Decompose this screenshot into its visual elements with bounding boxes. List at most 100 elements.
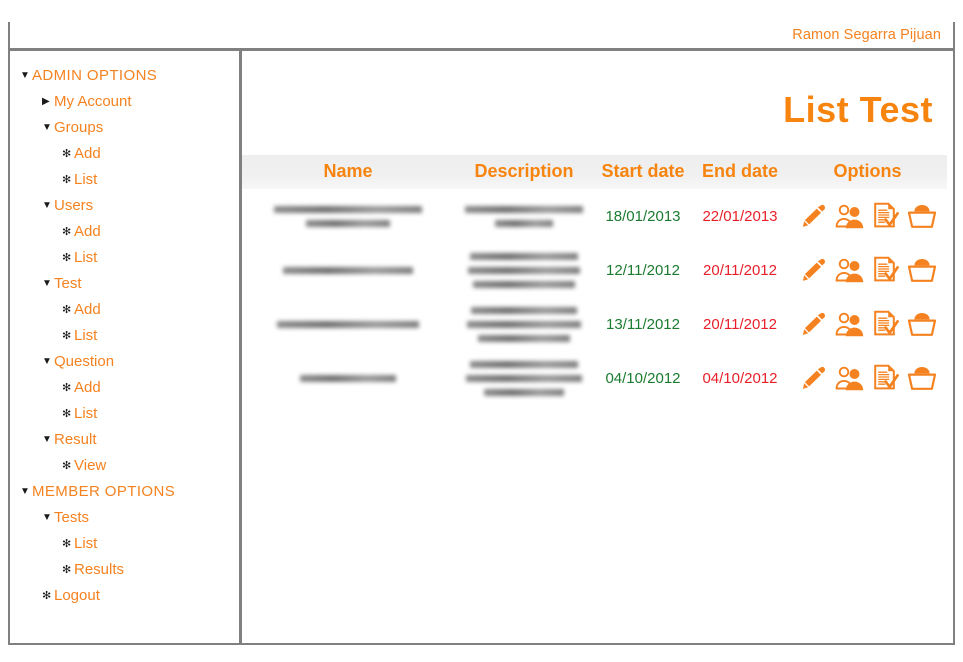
sidebar-item-label: My Account <box>54 93 132 110</box>
cell-name <box>242 351 454 405</box>
sidebar-item-add[interactable]: ✻ Add <box>10 297 239 323</box>
test-list-table: Name Description Start date End date Opt… <box>242 155 947 405</box>
assign-users-button[interactable] <box>833 307 867 341</box>
assign-users-button[interactable] <box>833 361 867 395</box>
sidebar-item-add[interactable]: ✻ Add <box>10 141 239 167</box>
bullet-dot-icon: ✻ <box>62 382 72 394</box>
sidebar-item-label: Results <box>74 561 125 578</box>
edit-pencil-button[interactable] <box>797 361 831 395</box>
sidebar-item-list[interactable]: ✻ List <box>10 245 239 271</box>
edit-pencil-icon <box>802 367 825 390</box>
assign-users-button[interactable] <box>833 253 867 287</box>
sidebar-item-label: Groups <box>54 119 104 136</box>
caret-down-icon: ▼ <box>42 356 52 367</box>
sidebar-item-groups[interactable]: ▼ Groups <box>10 115 239 141</box>
sidebar-item-label: Add <box>74 301 101 318</box>
assign-users-icon <box>835 312 863 337</box>
view-results-button[interactable] <box>869 199 903 233</box>
edit-pencil-button[interactable] <box>797 307 831 341</box>
table-row: 04/10/2012 04/10/2012 <box>242 351 947 405</box>
sidebar-item-users[interactable]: ▼ Users <box>10 193 239 219</box>
cell-name <box>242 297 454 351</box>
assign-users-icon <box>835 366 863 391</box>
view-results-button[interactable] <box>869 361 903 395</box>
assign-users-icon <box>835 258 863 283</box>
edit-pencil-button[interactable] <box>797 199 831 233</box>
cell-start-date: 12/11/2012 <box>606 261 680 279</box>
edit-pencil-button[interactable] <box>797 253 831 287</box>
view-results-button[interactable] <box>869 307 903 341</box>
redacted-name-text <box>242 205 454 227</box>
sidebar-item-list[interactable]: ✻ List <box>10 531 239 557</box>
sidebar-item-my-account[interactable]: ▶ My Account <box>10 89 239 115</box>
cell-description <box>454 189 594 243</box>
column-header-description[interactable]: Description <box>454 155 594 190</box>
sidebar-item-label: List <box>74 327 98 344</box>
sidebar-item-list[interactable]: ✻ List <box>10 401 239 427</box>
sidebar-item-results[interactable]: ✻ Results <box>10 557 239 583</box>
delete-basket-button[interactable] <box>905 253 939 287</box>
sidebar-item-list[interactable]: ✻ List <box>10 167 239 193</box>
column-header-end-date[interactable]: End date <box>692 155 788 190</box>
cell-start-date: 18/01/2013 <box>605 207 681 225</box>
table-body: 18/01/2013 22/01/2013 12/11/2012 20/11/201… <box>242 189 947 405</box>
sidebar-item-label: List <box>74 249 98 266</box>
table-row: 13/11/2012 20/11/2012 <box>242 297 947 351</box>
caret-down-icon: ▼ <box>20 486 31 497</box>
sidebar-item-label: Question <box>54 353 115 370</box>
sidebar-item-member-options[interactable]: ▼ MEMBER OPTIONS <box>10 479 239 505</box>
cell-options <box>788 243 947 297</box>
sidebar-item-tests[interactable]: ▼ Tests <box>10 505 239 531</box>
sidebar-item-question[interactable]: ▼ Question <box>10 349 239 375</box>
sidebar-item-add[interactable]: ✻ Add <box>10 219 239 245</box>
delete-basket-button[interactable] <box>905 361 939 395</box>
redacted-description-text <box>454 360 594 396</box>
main-panel: List Test Name Description Start date En… <box>242 51 953 643</box>
sidebar-item-logout[interactable]: ✻ Logout <box>10 583 239 609</box>
bullet-dot-icon: ✻ <box>62 174 72 186</box>
cell-end-date: 20/11/2012 <box>703 261 777 279</box>
delete-basket-icon <box>907 205 936 229</box>
sidebar-item-label: Add <box>74 379 101 396</box>
delete-basket-button[interactable] <box>905 199 939 233</box>
sidebar-item-list[interactable]: ✻ List <box>10 323 239 349</box>
caret-down-icon: ▼ <box>42 512 52 523</box>
sidebar-item-label: MEMBER OPTIONS <box>32 483 176 500</box>
sidebar-item-admin-options[interactable]: ▼ ADMIN OPTIONS <box>10 63 239 89</box>
sidebar-item-add[interactable]: ✻ Add <box>10 375 239 401</box>
redacted-name-text <box>242 266 454 274</box>
bullet-dot-icon: ✻ <box>62 564 72 576</box>
cell-name <box>242 189 454 243</box>
row-options-group <box>788 199 947 233</box>
sidebar-item-view[interactable]: ✻ View <box>10 453 239 479</box>
view-results-button[interactable] <box>869 253 903 287</box>
caret-down-icon: ▼ <box>42 200 52 211</box>
cell-options <box>788 351 947 405</box>
sidebar-item-result[interactable]: ▼ Result <box>10 427 239 453</box>
delete-basket-button[interactable] <box>905 307 939 341</box>
bullet-dot-icon: ✻ <box>62 408 72 420</box>
cell-end-date: 22/01/2013 <box>702 207 778 225</box>
sidebar-item-label: Add <box>74 223 101 240</box>
delete-basket-icon <box>907 259 936 283</box>
edit-pencil-icon <box>802 313 825 336</box>
bullet-dot-icon: ✻ <box>62 148 72 160</box>
logged-in-user-name: Ramon Segarra Pijuan <box>792 27 941 43</box>
content-area: ▼ ADMIN OPTIONS ▶ My Account ▼ Groups ✻ Add ✻ Lis… <box>10 51 953 643</box>
delete-basket-icon <box>907 313 936 337</box>
row-options-group <box>788 361 947 395</box>
top-user-bar: Ramon Segarra Pijuan <box>8 22 955 48</box>
cell-end-date: 20/11/2012 <box>703 315 777 333</box>
sidebar-item-test[interactable]: ▼ Test <box>10 271 239 297</box>
row-options-group <box>788 307 947 341</box>
row-options-group <box>788 253 947 287</box>
sidebar-item-label: List <box>74 405 98 422</box>
column-header-name[interactable]: Name <box>242 155 454 190</box>
view-results-icon <box>873 365 899 390</box>
caret-right-icon: ▶ <box>42 96 50 107</box>
assign-users-button[interactable] <box>833 199 867 233</box>
column-header-start-date[interactable]: Start date <box>594 155 692 190</box>
cell-end-date: 04/10/2012 <box>702 369 778 387</box>
bullet-dot-icon: ✻ <box>62 304 72 316</box>
bullet-dot-icon: ✻ <box>42 590 52 602</box>
